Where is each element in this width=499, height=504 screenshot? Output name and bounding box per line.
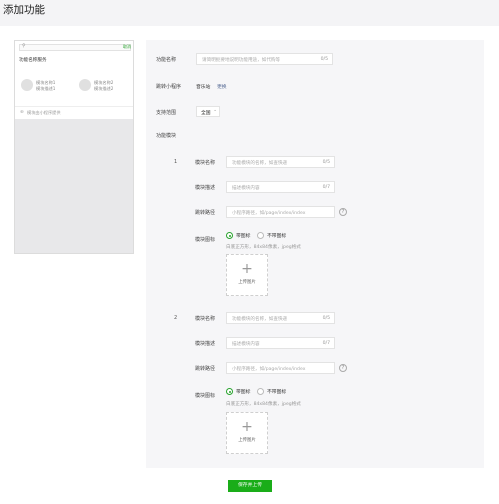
module-desc-placeholder: 描述模块内容: [232, 341, 260, 347]
miniprogram-icon: ⊛: [20, 110, 24, 115]
scope-selected-value: 全国: [201, 111, 211, 116]
feature-name-placeholder: 请简明扼要地说明功能用途，如代购等: [202, 57, 281, 63]
module-path-placeholder: 小程序路径，如/page/index/index: [232, 366, 306, 372]
module-desc-label: 模块描述: [195, 341, 216, 347]
without-icon-radio[interactable]: [257, 388, 264, 395]
scope-label: 支持范围: [156, 110, 177, 116]
module-name-input[interactable]: 功能模块的名称，如查快递 0/5: [226, 156, 335, 168]
without-icon-radio[interactable]: [257, 232, 264, 239]
module-name-placeholder: 功能模块的名称，如查快递: [232, 160, 288, 166]
preview-feature-title: 功能名称服务: [19, 58, 47, 63]
module-path-label: 跳转路径: [195, 366, 216, 372]
with-icon-label: 带图标: [236, 390, 251, 395]
char-counter: 0/7: [322, 184, 330, 190]
mini-program-preview: ⚲ 取消 功能名称服务 模块名称1 模块描述1 模块名称2 模块描述2 ⊛ 模块…: [14, 40, 134, 254]
preview-module-desc: 模块描述2: [94, 86, 114, 91]
module-name-label: 模块名称: [195, 160, 216, 166]
help-icon[interactable]: ?: [339, 364, 347, 372]
plus-icon: +: [241, 261, 253, 277]
module-path-input[interactable]: 小程序路径，如/page/index/index: [226, 206, 335, 218]
module-icon-label: 模块图标: [195, 393, 216, 399]
module-index: 1: [174, 159, 178, 165]
preview-search-bar: ⚲: [19, 43, 131, 51]
page-title: 添加功能: [3, 4, 45, 16]
preview-cancel-link: 取消: [123, 44, 131, 49]
module-name-placeholder: 功能模块的名称，如查快递: [232, 316, 288, 322]
preview-footer-text: 模块由小程序提供: [27, 110, 61, 115]
chevron-down-icon: ⌄: [213, 108, 217, 113]
save-and-upload-button[interactable]: 保存并上传: [228, 480, 272, 492]
module-desc-placeholder: 描述模块内容: [232, 185, 260, 191]
upload-image-label: 上传图片: [238, 280, 256, 285]
with-icon-label: 带图标: [236, 234, 251, 239]
module-path-label: 跳转路径: [195, 210, 216, 216]
preview-module-desc: 模块描述1: [36, 86, 56, 91]
module-desc-input[interactable]: 描述模块内容 0/7: [226, 181, 335, 193]
preview-footer: ⊛ 模块由小程序提供: [15, 106, 133, 118]
miniprogram-value: 音乐站: [196, 85, 211, 90]
feature-name-input[interactable]: 请简明扼要地说明功能用途，如代购等 0/5: [196, 53, 333, 65]
module-icon-label: 模块图标: [195, 237, 216, 243]
with-icon-radio[interactable]: [226, 388, 233, 395]
char-counter: 0/5: [320, 56, 328, 62]
help-icon[interactable]: ?: [339, 208, 347, 216]
module-index: 2: [174, 315, 178, 321]
without-icon-label: 不带图标: [267, 234, 287, 239]
module-path-placeholder: 小程序路径，如/page/index/index: [232, 210, 306, 216]
feature-form: 功能名称 请简明扼要地说明功能用途，如代购等 0/5 跳转小程序 音乐站 更换 …: [146, 40, 484, 468]
feature-name-label: 功能名称: [156, 57, 177, 63]
icon-hint: 白底正方形，84x84像素，jpeg格式: [226, 402, 301, 407]
module-path-input[interactable]: 小程序路径，如/page/index/index: [226, 362, 335, 374]
module-desc-input[interactable]: 描述模块内容 0/7: [226, 337, 335, 349]
char-counter: 0/5: [322, 315, 330, 321]
modules-section-label: 功能模块: [156, 133, 177, 139]
scope-select[interactable]: 全国 ⌄: [196, 106, 220, 117]
module-icon-placeholder: [79, 79, 91, 91]
change-miniprogram-link[interactable]: 更换: [217, 83, 227, 90]
without-icon-label: 不带图标: [267, 390, 287, 395]
char-counter: 0/5: [322, 159, 330, 165]
plus-icon: +: [241, 419, 253, 435]
search-icon: ⚲: [22, 43, 26, 49]
icon-hint: 白底正方形，84x84像素，jpeg格式: [226, 245, 301, 250]
module-name-label: 模块名称: [195, 316, 216, 322]
char-counter: 0/7: [322, 340, 330, 346]
upload-image-button[interactable]: + 上传图片: [226, 254, 268, 296]
module-desc-label: 模块描述: [195, 185, 216, 191]
with-icon-radio[interactable]: [226, 232, 233, 239]
upload-image-button[interactable]: + 上传图片: [226, 412, 268, 454]
module-name-input[interactable]: 功能模块的名称，如查快递 0/5: [226, 312, 335, 324]
module-icon-placeholder: [21, 79, 33, 91]
upload-image-label: 上传图片: [238, 438, 256, 443]
miniprogram-label: 跳转小程序: [156, 84, 182, 90]
